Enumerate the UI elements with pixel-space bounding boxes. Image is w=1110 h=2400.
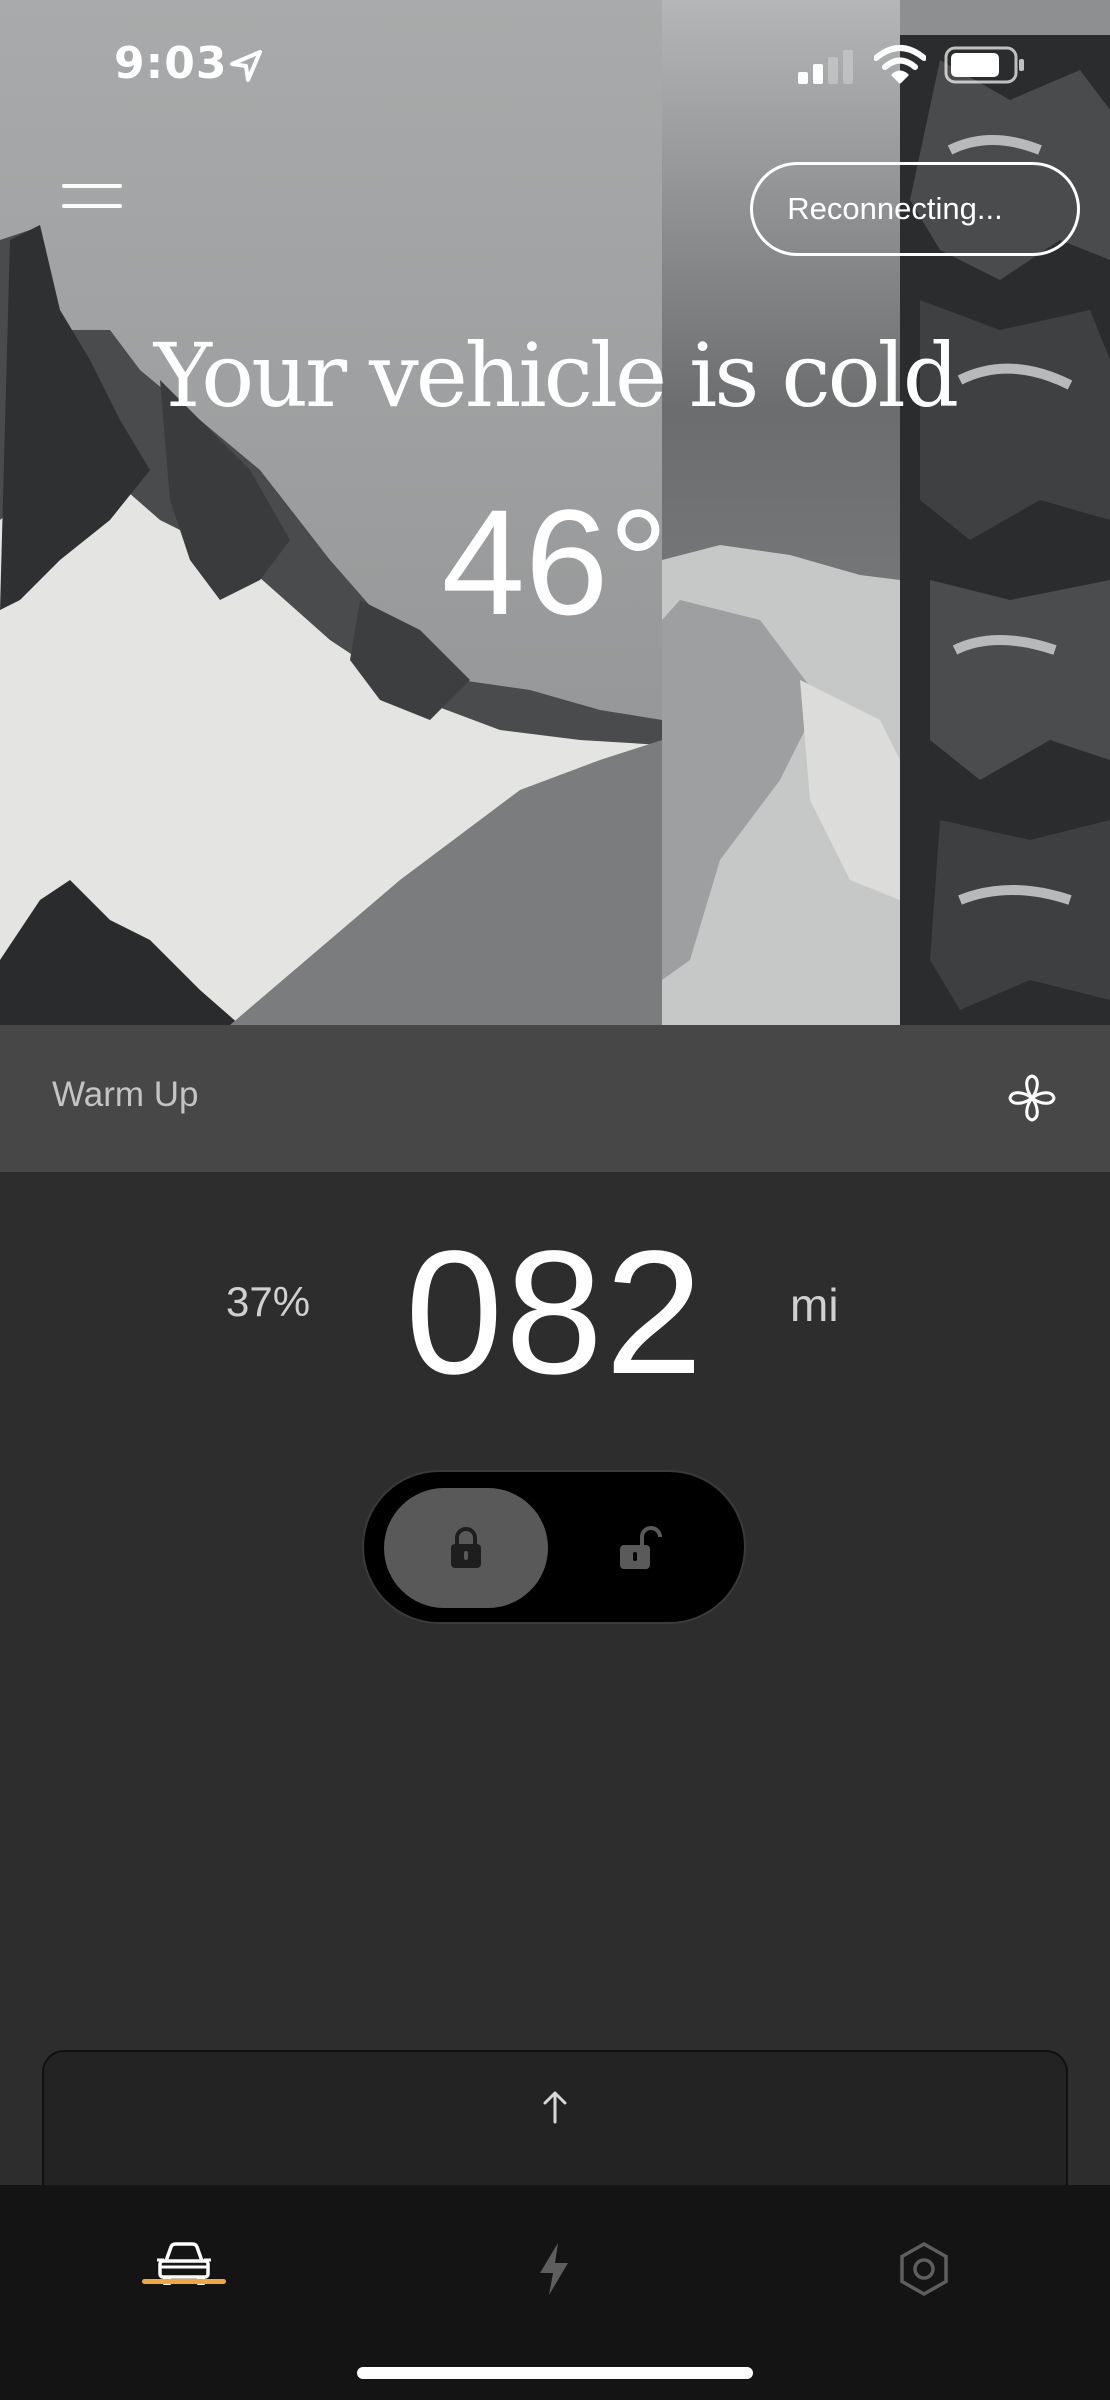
arrow-up-icon [543,2091,567,2124]
hamburger-menu-icon[interactable] [62,178,122,214]
lock-closed-icon [451,1527,481,1568]
tab-vehicle[interactable] [84,2185,284,2305]
hexagon-settings-icon [900,2241,948,2297]
menu-line-bottom [62,204,122,208]
range-value: 082 [405,1215,705,1411]
cellular-signal-icon [798,50,853,84]
range-unit: mi [790,1279,839,1331]
fan-icon [1008,1074,1056,1122]
tab-settings[interactable] [824,2185,1024,2305]
cabin-temperature: 46° [441,478,669,646]
battery-icon [944,46,1024,84]
tab-charging[interactable] [454,2185,654,2305]
unlock-button[interactable] [558,1488,722,1608]
home-indicator[interactable] [357,2367,753,2379]
battery-percent: 37% [226,1278,311,1325]
lightning-bolt-icon [540,2243,568,2295]
lock-open-icon [620,1526,662,1569]
wifi-icon [874,45,926,84]
menu-line-top [62,184,122,188]
warm-up-button[interactable]: Warm Up [0,1025,1110,1172]
location-arrow-icon [230,50,262,82]
reconnecting-button[interactable]: Reconnecting... [750,162,1080,256]
warm-up-label: Warm Up [52,1075,199,1114]
lock-button[interactable] [384,1488,548,1608]
status-time: 9:03 [114,38,228,89]
active-tab-indicator [142,2279,226,2284]
lock-toggle [362,1470,746,1624]
vehicle-status-title: Your vehicle is cold [153,324,959,427]
